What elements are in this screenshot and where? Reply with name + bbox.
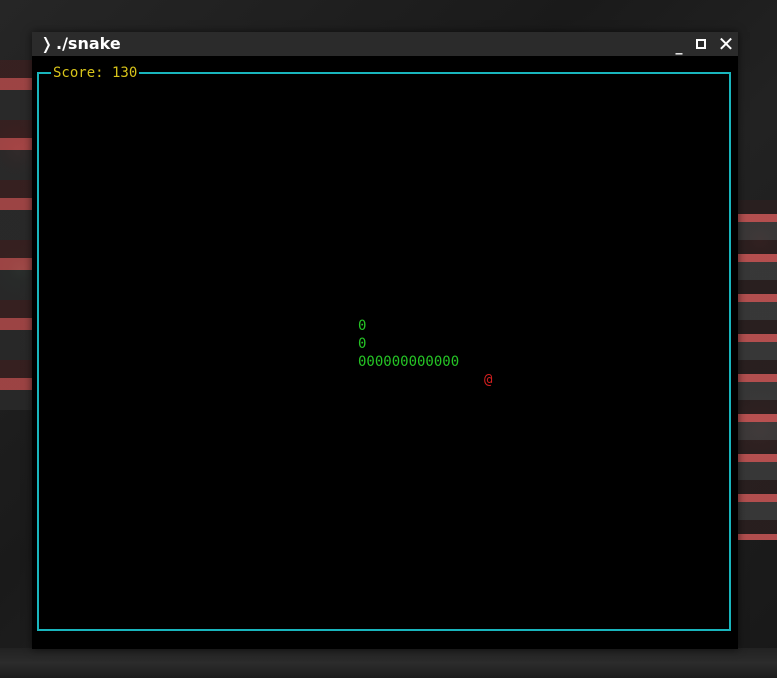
prompt-chevron-icon: ❭ [40, 34, 54, 53]
score-label: Score: 130 [51, 64, 140, 82]
food-item: @ [484, 372, 493, 388]
window-titlebar[interactable]: ❭ ./snake _ ✕ [32, 32, 738, 56]
minimize-icon: _ [675, 39, 683, 55]
terminal-window[interactable]: ❭ ./snake _ ✕ Score: 130 0 0 00000000000… [32, 32, 738, 649]
close-icon: ✕ [717, 32, 735, 56]
maximize-button[interactable] [691, 32, 713, 56]
wallpaper-art-left [0, 60, 32, 410]
wallpaper-art-right [738, 200, 777, 540]
window-title: ./snake [56, 34, 121, 53]
snake-segment-row: 0 [358, 336, 367, 352]
snake-body-row: 000000000000 [358, 354, 460, 370]
wallpaper-bottom [0, 648, 777, 678]
game-board[interactable]: Score: 130 0 0 000000000000 @ [37, 64, 731, 631]
maximize-icon [696, 39, 706, 49]
minimize-button[interactable]: _ [668, 32, 690, 56]
close-button[interactable]: ✕ [715, 32, 737, 56]
snake-segment-row: 0 [358, 318, 367, 334]
